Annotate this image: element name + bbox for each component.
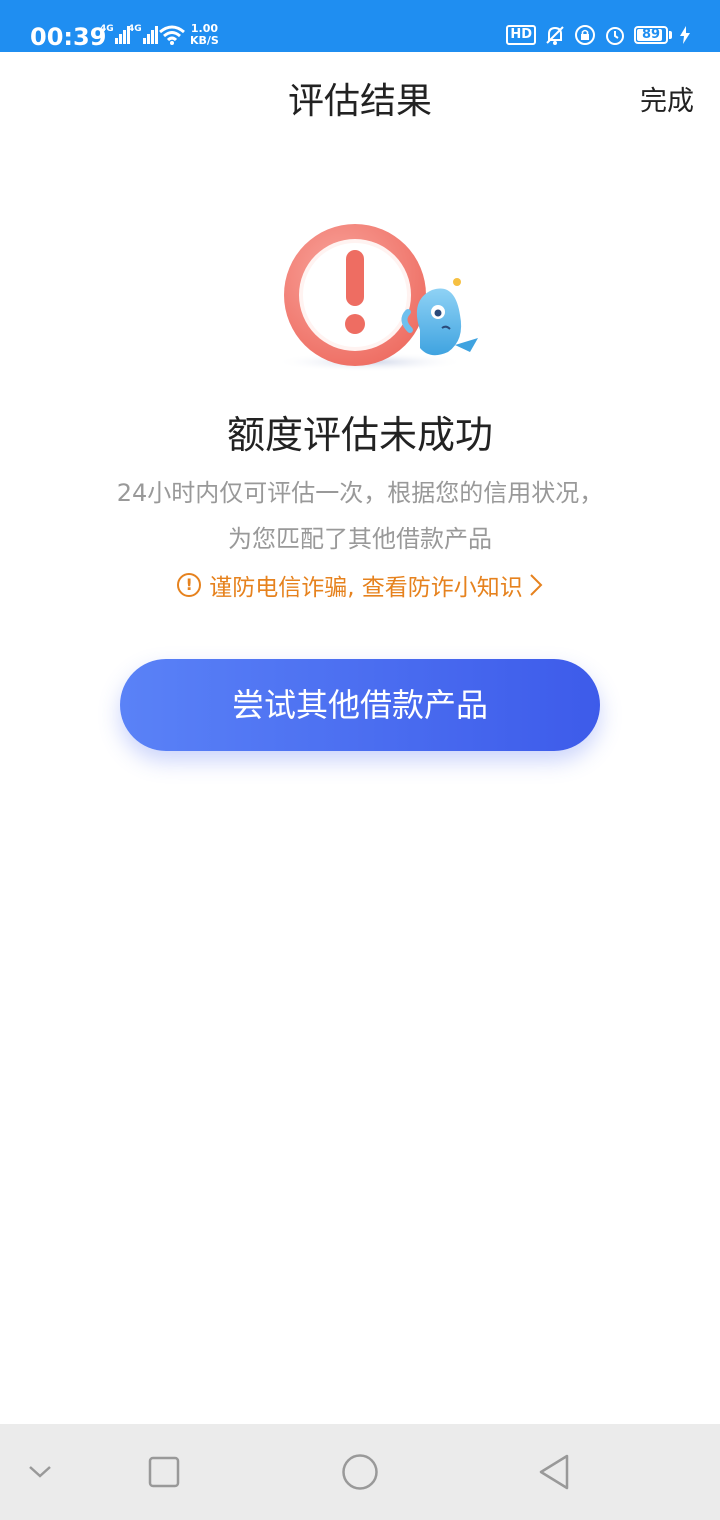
alarm-icon (606, 27, 624, 45)
speed-unit: KB/S (190, 34, 219, 47)
wifi-icon (159, 25, 185, 45)
system-nav-bar (0, 1424, 720, 1520)
bell-muted-icon (546, 26, 564, 45)
network-speed: 1.00 KB/S (190, 23, 219, 47)
circle-icon (342, 1454, 378, 1490)
description-line-2: 为您匹配了其他借款产品 (228, 525, 492, 553)
warning-mascot-illustration (275, 224, 478, 372)
rotation-lock-icon (575, 25, 595, 45)
chevron-right-icon (530, 574, 543, 596)
triangle-back-icon (539, 1454, 569, 1490)
signal-icon: 4G (128, 24, 159, 44)
hd-icon: HD (506, 25, 536, 45)
result-title: 额度评估未成功 (226, 413, 493, 457)
anti-fraud-text: 谨防电信诈骗, 查看防诈小知识 (209, 575, 523, 601)
page-title: 评估结果 (287, 81, 432, 122)
result-description: 24小时内仅可评估一次，根据您的信用状况， 为您匹配了其他借款产品 (80, 470, 640, 562)
chevron-down-icon (29, 1466, 51, 1478)
anti-fraud-link[interactable]: ! 谨防电信诈骗, 查看防诈小知识 (0, 568, 720, 602)
battery-icon: 89 (634, 26, 668, 44)
description-line-1: 24小时内仅可评估一次，根据您的信用状况， (116, 479, 604, 507)
try-other-loans-button[interactable]: 尝试其他借款产品 (120, 659, 600, 751)
status-time: 00:39 (30, 23, 107, 51)
nav-back-button[interactable] (524, 1424, 584, 1520)
network-type-label: 4G (128, 24, 142, 34)
done-button[interactable]: 完成 (640, 79, 694, 118)
nav-home-button[interactable] (330, 1424, 390, 1520)
charging-icon (680, 26, 690, 44)
exclamation-circle-icon: ! (177, 573, 202, 597)
signal-icon: 4G (100, 24, 131, 44)
battery-level: 89 (641, 27, 661, 42)
nav-recents-button[interactable] (134, 1424, 194, 1520)
network-type-label: 4G (100, 24, 114, 34)
header: 评估结果 完成 (0, 52, 720, 140)
nav-collapse-button[interactable] (10, 1424, 70, 1520)
status-bar: 00:39 4G 4G 1.00 KB/S HD 89 (0, 0, 720, 52)
square-icon (148, 1456, 180, 1488)
